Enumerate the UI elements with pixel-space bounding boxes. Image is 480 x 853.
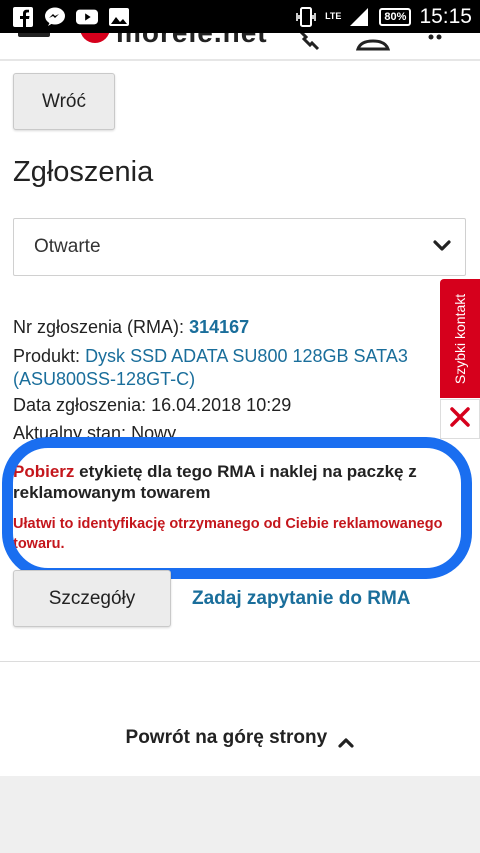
youtube-icon [76, 7, 98, 27]
footer-band [0, 776, 480, 853]
details-button[interactable]: Szczegóły [13, 570, 171, 627]
status-bar: LTE 80% 15:15 [0, 0, 480, 33]
quick-contact-close-button[interactable] [440, 399, 480, 439]
status-filter-value: Otwarte [34, 236, 101, 257]
rma-number-link[interactable]: 314167 [189, 317, 249, 337]
page-title: Zgłoszenia [13, 156, 154, 188]
battery-indicator: 80% [379, 7, 412, 26]
rma-number-label: Nr zgłoszenia (RMA): [13, 317, 185, 337]
date-value: 16.04.2018 10:29 [151, 395, 292, 415]
close-icon [449, 406, 471, 433]
product-row: Produkt: Dysk SSD ADATA SU800 128GB SATA… [13, 345, 443, 391]
network-type: LTE [325, 11, 342, 21]
chevron-down-icon [433, 237, 451, 255]
app-header: morele.net [0, 33, 480, 61]
details-button-label: Szczegóły [48, 587, 136, 609]
date-row: Data zgłoszenia: 16.04.2018 10:29 [13, 394, 291, 417]
date-label: Data zgłoszenia: [13, 395, 147, 415]
menu-icon[interactable] [18, 33, 50, 37]
quick-contact-label: Szybki kontakt [452, 293, 469, 384]
clock: 15:15 [419, 4, 472, 28]
logo-mark [80, 33, 110, 43]
ask-rma-link[interactable]: Zadaj zapytanie do RMA [192, 588, 411, 610]
highlight-marker [2, 437, 472, 579]
product-label: Produkt: [13, 346, 81, 366]
vibrate-icon [295, 6, 317, 27]
facebook-icon [12, 6, 34, 27]
more-icon[interactable] [428, 33, 442, 58]
back-to-top-link[interactable]: Powrót na górę strony [0, 727, 480, 749]
phone-icon[interactable] [296, 33, 320, 58]
chevron-up-icon [338, 732, 355, 748]
back-to-top-label: Powrót na górę strony [125, 727, 328, 748]
rma-number-row: Nr zgłoszenia (RMA): 314167 [13, 316, 249, 339]
divider [0, 661, 480, 662]
status-filter-select[interactable]: Otwarte [13, 218, 466, 276]
back-button[interactable]: Wróć [13, 73, 115, 130]
quick-contact-tab[interactable]: Szybki kontakt [440, 279, 480, 398]
back-button-label: Wróć [42, 90, 86, 112]
gallery-icon [108, 7, 130, 27]
signal-icon [349, 7, 371, 27]
messenger-icon [44, 7, 66, 27]
logo[interactable]: morele.net [116, 33, 268, 49]
user-icon[interactable] [355, 33, 391, 58]
